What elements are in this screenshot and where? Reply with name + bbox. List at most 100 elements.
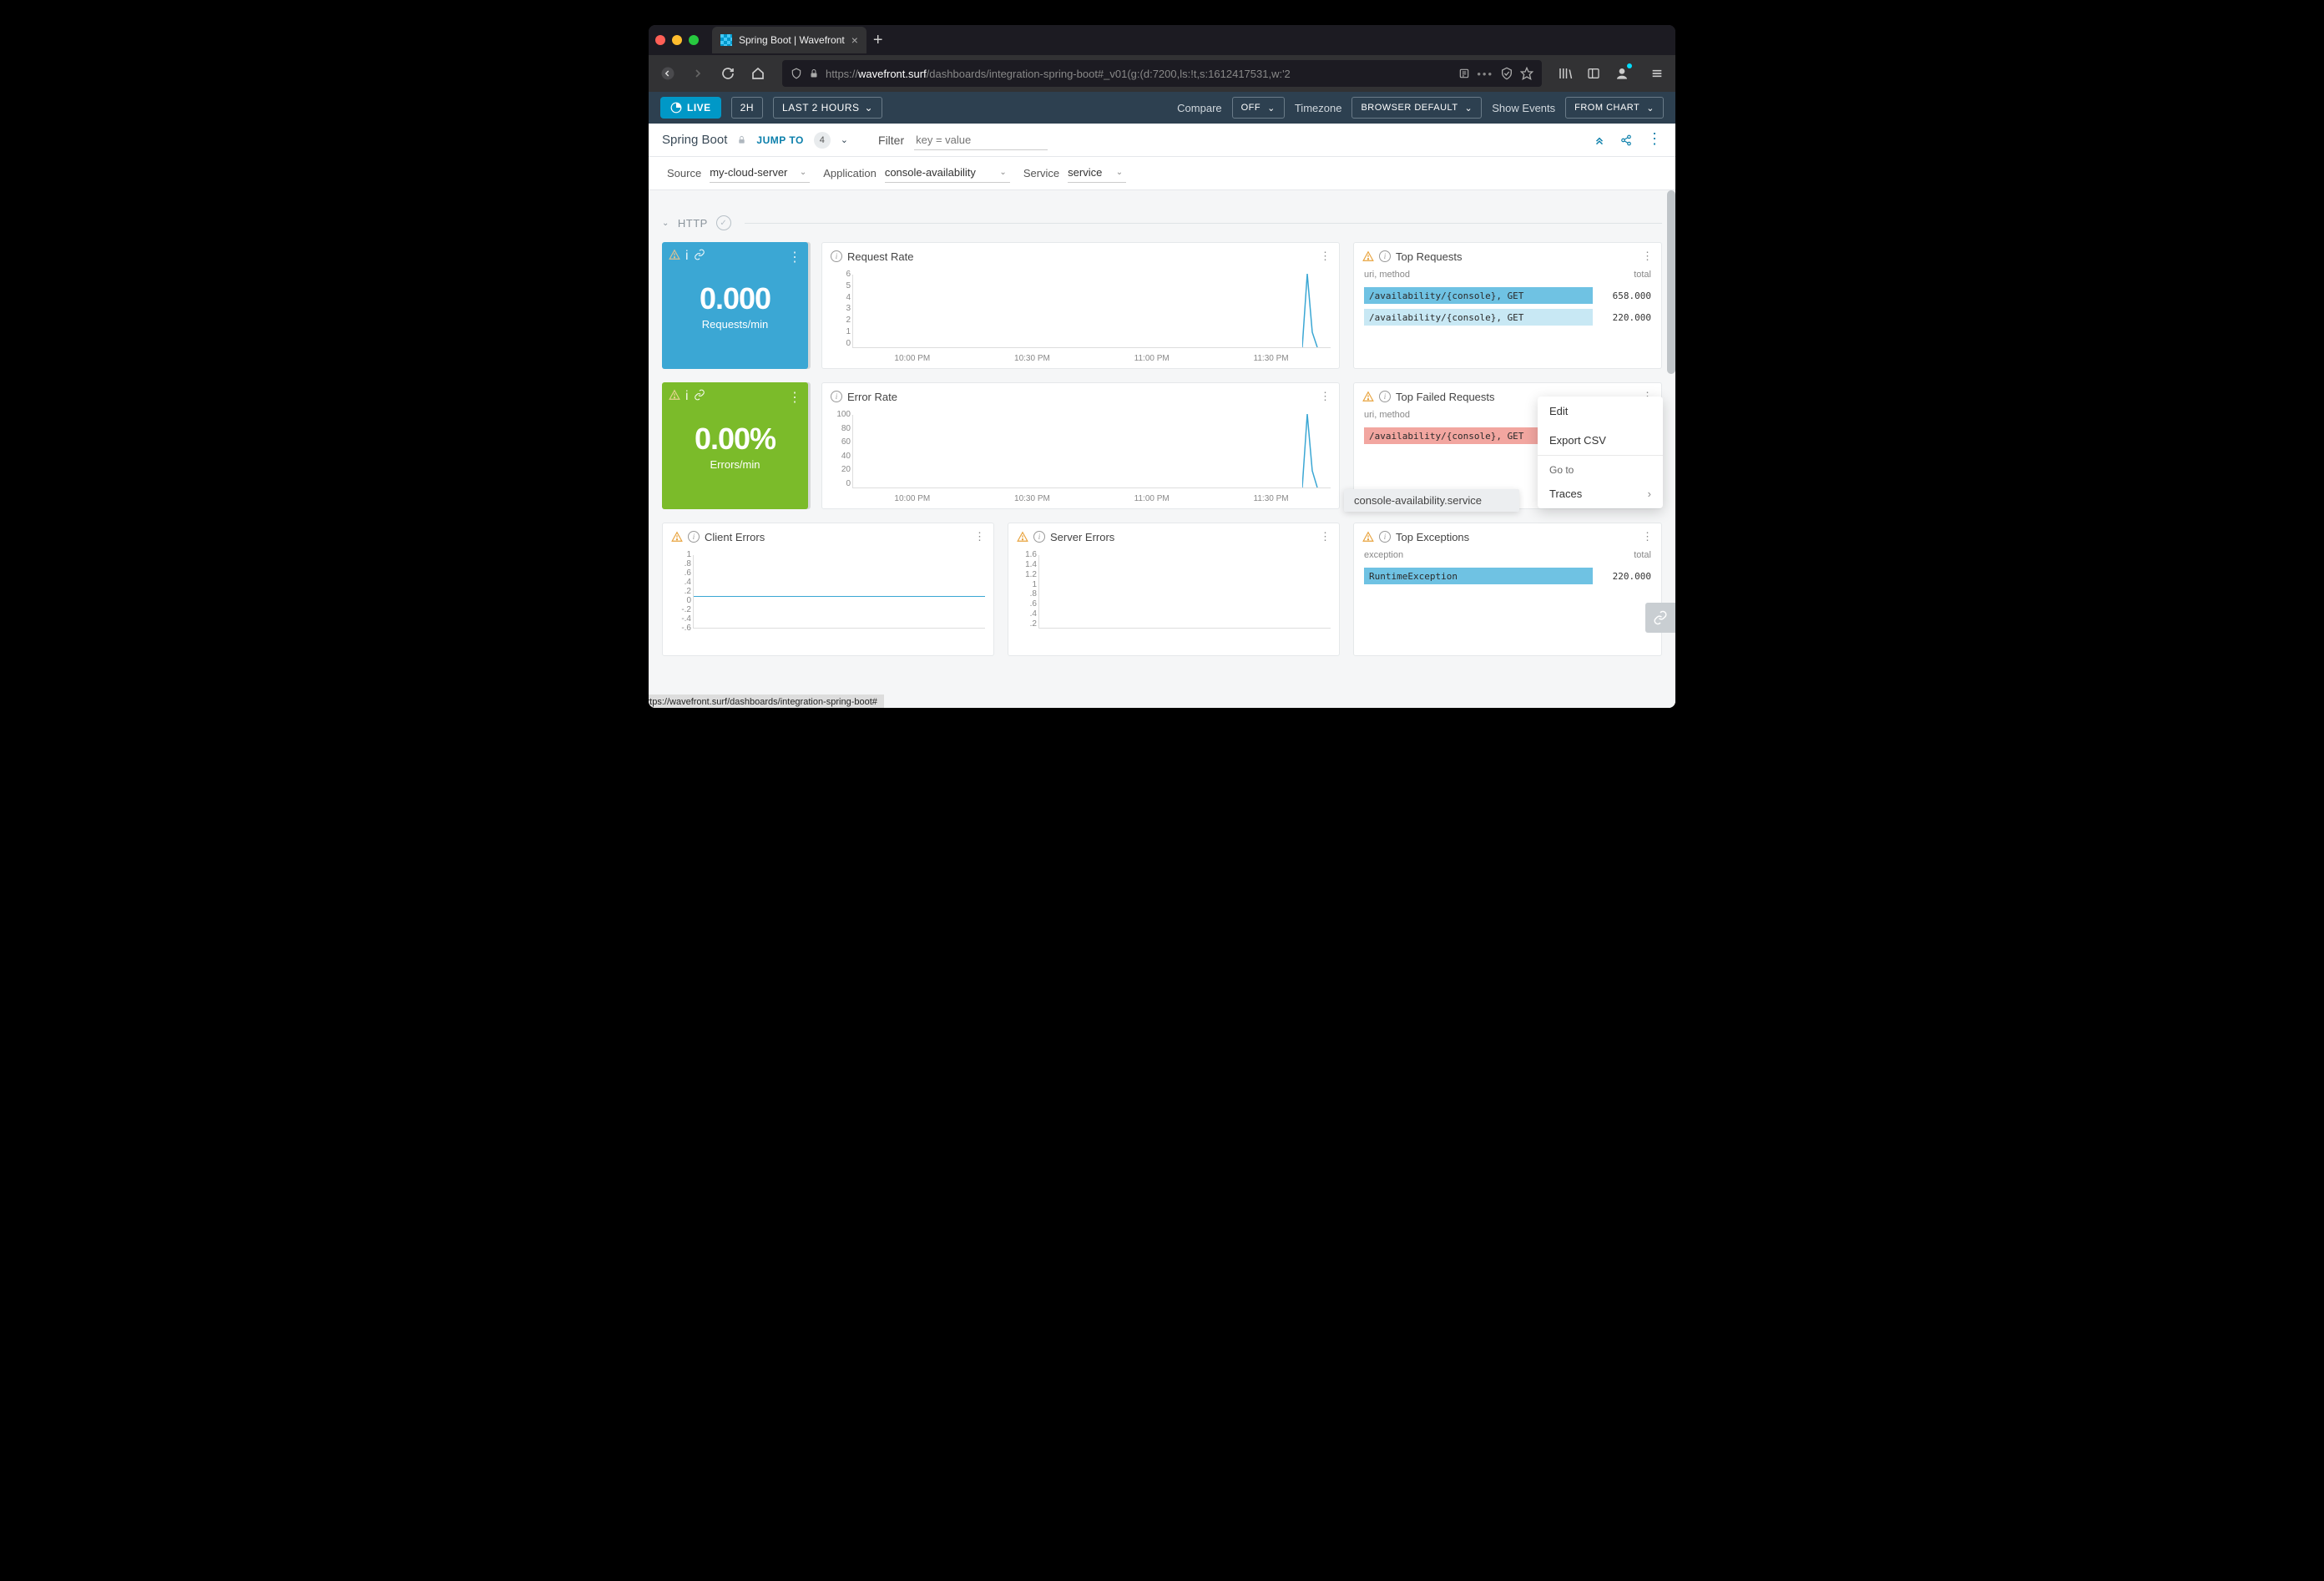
list-item[interactable]: /availability/{console}, GET 658.000	[1354, 285, 1661, 306]
service-dropdown[interactable]: service ⌄	[1068, 164, 1126, 183]
timezone-label: Timezone	[1295, 102, 1342, 114]
card-menu-icon[interactable]: ⋮	[1320, 250, 1331, 263]
x-axis: 10:00 PM10:30 PM11:00 PM11:30 PM	[852, 354, 1331, 363]
chevron-down-icon: ⌄	[1646, 103, 1655, 114]
library-icon[interactable]	[1554, 62, 1577, 85]
reader-mode-icon[interactable]	[1458, 68, 1470, 79]
url-text: https://wavefront.surf/dashboards/integr…	[826, 68, 1452, 80]
chevron-down-icon: ⌄	[1267, 103, 1276, 114]
errors-per-min-card: i ⋮ 0.00% Errors/min	[662, 382, 808, 509]
bookmark-star-icon[interactable]	[1520, 67, 1533, 80]
source-dropdown[interactable]: my-cloud-server ⌄	[710, 164, 810, 183]
home-button[interactable]	[745, 61, 770, 86]
info-icon: i	[685, 249, 689, 264]
card-menu-icon[interactable]: ⋮	[1642, 250, 1653, 263]
status-bar-url: https://wavefront.surf/dashboards/integr…	[649, 695, 884, 708]
chevron-down-icon[interactable]: ⌄	[841, 134, 848, 145]
data-line	[1302, 414, 1324, 487]
filter-input[interactable]	[914, 130, 1048, 150]
y-axis: 6543210	[827, 270, 851, 348]
menu-traces[interactable]: Traces ›	[1538, 479, 1663, 508]
chevron-down-icon: ⌄	[1465, 103, 1473, 114]
plot-area[interactable]	[693, 555, 985, 629]
tab-close-button[interactable]: ×	[851, 33, 858, 47]
client-errors-chart: i Client Errors ⋮ 1.8.6.4.20-.2-.4-.6	[662, 523, 994, 656]
time-range-dropdown[interactable]: LAST 2 HOURS ⌄	[773, 97, 882, 119]
info-icon: i	[1379, 391, 1391, 402]
browser-tab-bar: Spring Boot | Wavefront × +	[649, 25, 1675, 55]
url-bar[interactable]: https://wavefront.surf/dashboards/integr…	[782, 60, 1542, 87]
chevron-down-icon: ⌄	[999, 168, 1006, 177]
card-menu-icon[interactable]: ⋮	[788, 249, 801, 265]
lock-icon	[737, 135, 746, 144]
events-dropdown[interactable]: FROM CHART⌄	[1565, 97, 1664, 119]
warning-icon	[671, 531, 683, 543]
chevron-down-icon: ⌄	[800, 168, 806, 177]
jump-to-count: 4	[814, 132, 831, 149]
shield-icon	[791, 68, 802, 79]
plot-area[interactable]	[852, 275, 1331, 348]
minimize-window-button[interactable]	[672, 35, 682, 45]
collapse-icon[interactable]	[1594, 134, 1605, 146]
list-item[interactable]: RuntimeException 220.000	[1354, 565, 1661, 587]
menu-export-csv[interactable]: Export CSV	[1538, 426, 1663, 455]
info-icon: i	[1033, 531, 1045, 543]
warning-icon	[1362, 250, 1374, 262]
errors-unit: Errors/min	[710, 458, 760, 471]
share-icon[interactable]	[1620, 134, 1632, 146]
source-label: Source	[667, 167, 701, 179]
section-http-header[interactable]: ⌄ HTTP ✓	[662, 215, 1662, 230]
plot-area[interactable]	[852, 415, 1331, 488]
link-icon[interactable]	[694, 389, 705, 404]
dashboard-content: ⌄ HTTP ✓ i	[649, 190, 1675, 708]
info-icon: i	[1379, 250, 1391, 262]
card-menu-icon[interactable]: ⋮	[1642, 530, 1653, 543]
permalink-button[interactable]	[1645, 603, 1675, 633]
warning-icon	[669, 249, 680, 264]
top-requests-card: i Top Requests ⋮ uri, methodtotal /avail…	[1353, 242, 1662, 369]
account-icon[interactable]	[1610, 62, 1634, 85]
chevron-down-icon: ⌄	[865, 102, 874, 114]
warning-icon	[1017, 531, 1028, 543]
compare-dropdown[interactable]: OFF⌄	[1232, 97, 1285, 119]
back-button[interactable]	[655, 61, 680, 86]
dashboard-filters: Source my-cloud-server ⌄ Application con…	[649, 157, 1675, 190]
list-item[interactable]: /availability/{console}, GET 220.000	[1354, 306, 1661, 328]
menu-edit[interactable]: Edit	[1538, 397, 1663, 426]
new-tab-button[interactable]: +	[873, 31, 883, 50]
timezone-dropdown[interactable]: BROWSER DEFAULT⌄	[1351, 97, 1482, 119]
card-menu-icon[interactable]: ⋮	[1320, 530, 1331, 543]
close-window-button[interactable]	[655, 35, 665, 45]
card-menu-icon[interactable]: ⋮	[974, 530, 985, 543]
maximize-window-button[interactable]	[689, 35, 699, 45]
info-icon: i	[1379, 531, 1391, 543]
context-menu: Edit Export CSV Go to Traces ›	[1538, 397, 1663, 508]
forward-button[interactable]	[685, 61, 710, 86]
scrollbar[interactable]	[1667, 190, 1675, 374]
link-icon[interactable]	[694, 249, 705, 264]
jump-to-link[interactable]: JUMP TO	[756, 134, 803, 146]
dashboard-toolbar: LIVE 2H LAST 2 HOURS ⌄ Compare OFF⌄ Time…	[649, 92, 1675, 124]
live-button[interactable]: LIVE	[660, 97, 721, 119]
hamburger-menu-icon[interactable]	[1645, 62, 1669, 85]
plot-area[interactable]	[1038, 555, 1331, 629]
more-menu-icon[interactable]: ⋮	[1647, 134, 1662, 146]
hover-tooltip: console-availability.service	[1344, 489, 1519, 512]
info-icon: i	[685, 389, 689, 404]
browser-tab[interactable]: Spring Boot | Wavefront ×	[712, 27, 866, 53]
reload-button[interactable]	[715, 61, 740, 86]
card-menu-icon[interactable]: ⋮	[1320, 390, 1331, 403]
sidebar-icon[interactable]	[1582, 62, 1605, 85]
application-dropdown[interactable]: console-availability ⌄	[885, 164, 1010, 183]
data-line	[1302, 274, 1324, 347]
check-icon: ✓	[716, 215, 731, 230]
url-more-icon[interactable]: •••	[1477, 68, 1493, 80]
card-menu-icon[interactable]: ⋮	[788, 389, 801, 406]
tracking-shield-icon[interactable]	[1500, 67, 1513, 80]
time-short-button[interactable]: 2H	[731, 97, 763, 119]
x-axis: 10:00 PM10:30 PM11:00 PM11:30 PM	[852, 494, 1331, 503]
server-errors-chart: i Server Errors ⋮ 1.61.41.21.8.6.4.2	[1008, 523, 1340, 656]
browser-nav-bar: https://wavefront.surf/dashboards/integr…	[649, 55, 1675, 92]
chevron-right-icon: ›	[1648, 487, 1651, 500]
y-axis: 1.8.6.4.20-.2-.4-.6	[668, 550, 691, 629]
